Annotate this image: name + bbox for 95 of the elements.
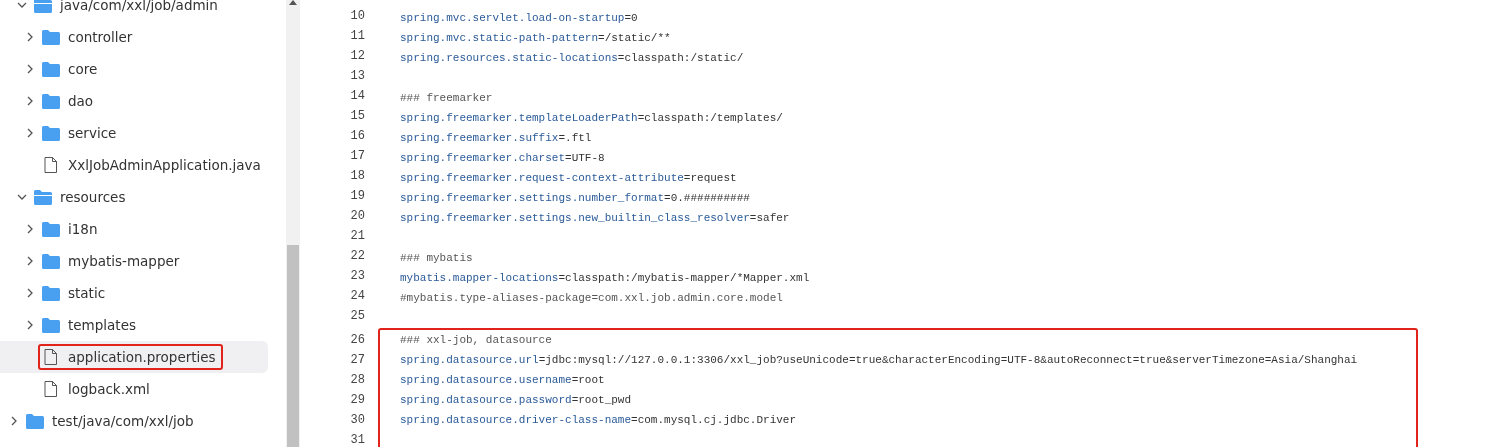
chevron-right-icon[interactable]: [27, 288, 33, 298]
tree-item[interactable]: templates: [0, 309, 268, 341]
file-icon: [44, 381, 57, 397]
line-number: 14: [349, 88, 365, 105]
tree-label: resources: [60, 189, 126, 205]
code-line: spring.freemarker.templateLoaderPath=classpath:/templates/: [400, 112, 783, 124]
line-number: 15: [349, 108, 365, 125]
folder-icon: [42, 285, 60, 301]
code-comment: ### freemarker: [400, 92, 493, 104]
code-comment: #mybatis.type-aliases-package=com.xxl.job.admin.core.model: [400, 292, 783, 304]
line-number: 27: [349, 352, 365, 369]
folder-icon: [42, 221, 60, 237]
open-folder-icon: [34, 189, 52, 205]
tree-item[interactable]: resources: [0, 181, 268, 213]
code-line: spring.freemarker.charset=UTF-8: [400, 152, 605, 164]
tree-item[interactable]: logback.xml: [0, 373, 268, 405]
code-line: spring.datasource.username=root: [400, 374, 605, 386]
code-line: spring.freemarker.suffix=.ftl: [400, 132, 592, 144]
tree-label: static: [68, 285, 106, 301]
line-number: 17: [349, 148, 365, 165]
line-number: 31: [349, 432, 365, 447]
tree-item[interactable]: test/java/com/xxl/job: [0, 405, 268, 437]
tree-label: XxlJobAdminApplication.java: [68, 157, 261, 173]
code-line: spring.mvc.static-path-pattern=/static/**: [400, 32, 671, 44]
chevron-right-icon[interactable]: [27, 256, 33, 266]
code-line: spring.datasource.password=root_pwd: [400, 394, 632, 406]
chevron-right-icon[interactable]: [27, 64, 33, 74]
tree-label: i18n: [68, 221, 98, 237]
line-number: 20: [349, 208, 365, 225]
line-number: 11: [349, 28, 365, 45]
tree-label: mybatis-mapper: [68, 253, 180, 269]
folder-icon: [42, 253, 60, 269]
chevron-down-icon[interactable]: [17, 194, 27, 200]
code-line: spring.mvc.servlet.load-on-startup=0: [400, 12, 638, 24]
chevron-right-icon[interactable]: [27, 128, 33, 138]
scrollbar[interactable]: [285, 0, 300, 447]
chevron-right-icon[interactable]: [27, 32, 33, 42]
tree-label: dao: [68, 93, 94, 109]
chevron-right-icon[interactable]: [27, 224, 33, 234]
code-line: spring.datasource.driver-class-name=com.mysql.cj.jdbc.Driver: [400, 414, 797, 426]
line-number: 19: [349, 188, 365, 205]
folder-icon: [42, 61, 60, 77]
line-number: 18: [349, 168, 365, 185]
tree-item-selected[interactable]: application.properties: [0, 341, 268, 373]
tree-item[interactable]: i18n: [0, 213, 268, 245]
tree-label: application.properties: [68, 349, 216, 365]
line-number: 10: [349, 8, 365, 25]
line-number: 26: [349, 332, 365, 349]
tree-item[interactable]: static: [0, 277, 268, 309]
chevron-right-icon[interactable]: [27, 320, 33, 330]
code-comment: ### xxl-job, datasource: [400, 334, 552, 346]
code-line: spring.freemarker.settings.new_builtin_class_resolver=safer: [400, 212, 790, 224]
chevron-right-icon[interactable]: [11, 416, 17, 426]
line-number: 12: [349, 48, 365, 65]
line-number: 28: [349, 372, 365, 389]
folder-icon: [42, 29, 60, 45]
file-icon: [44, 349, 57, 365]
tree-label: test/java/com/xxl/job: [52, 413, 194, 429]
code-line: spring.datasource.url=jdbc:mysql://127.0.0.1:3306/xxl_job?useUnicode=true&characterEncoding=UTF-8&autoReconnect=true&serverTimezone=Asia/Shanghai: [400, 354, 1358, 366]
tree-label: logback.xml: [68, 381, 150, 397]
tree-label: core: [68, 61, 98, 77]
code-line: spring.freemarker.settings.number_format=0.##########: [400, 192, 750, 204]
tree-item[interactable]: core: [0, 53, 268, 85]
tree-label: java/com/xxl/job/admin: [60, 0, 218, 13]
tree-item[interactable]: mybatis-mapper: [0, 245, 268, 277]
line-number: 16: [349, 128, 365, 145]
line-number: 23: [349, 268, 365, 285]
line-number: 30: [349, 412, 365, 429]
folder-icon: [42, 93, 60, 109]
tree-item[interactable]: dao: [0, 85, 268, 117]
scroll-up-icon[interactable]: [288, 0, 297, 5]
line-number: 22: [349, 248, 365, 265]
file-icon: [44, 157, 57, 173]
code-comment: ### mybatis: [400, 252, 473, 264]
line-number: 29: [349, 392, 365, 409]
folder-icon: [26, 413, 44, 429]
folder-icon: [42, 317, 60, 333]
open-folder-icon: [34, 0, 52, 13]
tree-label: controller: [68, 29, 133, 45]
tree-item[interactable]: XxlJobAdminApplication.java: [0, 149, 268, 181]
tree-label: service: [68, 125, 117, 141]
tree-item[interactable]: controller: [0, 21, 268, 53]
code-line: mybatis.mapper-locations=classpath:/mybatis-mapper/*Mapper.xml: [400, 272, 810, 284]
chevron-down-icon[interactable]: [17, 2, 27, 8]
line-number: 25: [349, 308, 365, 325]
code-line: spring.freemarker.request-context-attribute=request: [400, 172, 737, 184]
folder-icon: [42, 125, 60, 141]
line-number: 13: [349, 68, 365, 85]
line-number: 24: [349, 288, 365, 305]
tree-item[interactable]: java/com/xxl/job/admin: [0, 0, 268, 21]
line-number: 21: [349, 228, 365, 245]
code-line: spring.resources.static-locations=classpath:/static/: [400, 52, 744, 64]
tree-label: templates: [68, 317, 136, 333]
tree-item[interactable]: service: [0, 117, 268, 149]
chevron-right-icon[interactable]: [27, 96, 33, 106]
